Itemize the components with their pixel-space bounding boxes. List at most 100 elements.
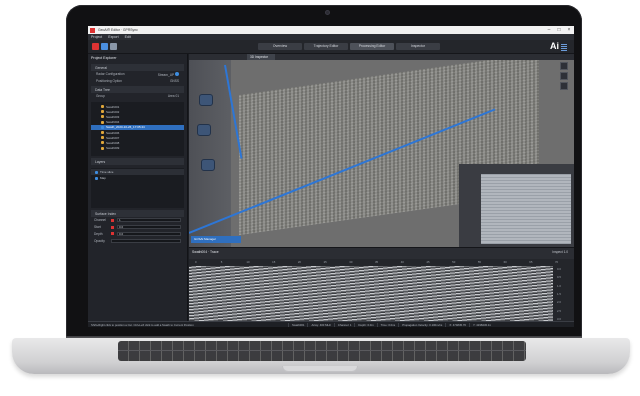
distance-tick-label: 25	[323, 260, 327, 264]
panel-title: Project Explorer	[91, 56, 117, 60]
tab-inspector[interactable]: Inspector	[396, 43, 440, 50]
main-toolbar: Overview Trajectory Editor Processing Ed…	[88, 40, 574, 54]
section-data-tree[interactable]: Data Tree	[91, 86, 184, 93]
zoom-out-icon[interactable]	[560, 72, 568, 80]
layer-item[interactable]: Map	[91, 175, 184, 181]
layer-icon	[95, 170, 98, 174]
data-tree: Swath001 Swath002 Swath003 Swath004 Swath_20…	[91, 102, 184, 156]
form-label: Depth	[94, 231, 103, 236]
status-cell: Array: 400 MHz	[307, 322, 333, 327]
depth-input[interactable]: 0.0	[117, 231, 181, 236]
field-value[interactable]: GNSS	[170, 79, 179, 83]
section-surface-index[interactable]: Surface Index	[91, 210, 184, 217]
field-label: Radar Configuration	[96, 72, 125, 76]
depth-tick-label: 2.0	[557, 300, 561, 305]
window-title: GeoAI® Editor · GPRSync	[98, 28, 138, 32]
radargram-view[interactable]	[189, 266, 553, 321]
tree-item-label: Swath003	[106, 114, 120, 119]
project-explorer-panel: Project Explorer General Radar Configura…	[88, 54, 188, 321]
editor-tabs: Overview Trajectory Editor Processing Ed…	[258, 43, 440, 50]
tab-trajectory-editor[interactable]: Trajectory Editor	[304, 43, 348, 50]
new-project-icon[interactable]	[92, 43, 99, 50]
tab-processing-editor[interactable]: Processing Editor	[350, 43, 394, 50]
status-cell: Swath001	[288, 322, 307, 327]
channel-input[interactable]: 1	[117, 218, 181, 223]
start-input[interactable]: 0.0	[117, 225, 181, 230]
layers-list: Time slice Map	[91, 168, 184, 208]
save-icon[interactable]	[110, 43, 117, 50]
tree-item-label: Swath001	[106, 104, 120, 109]
distance-tick-label: 20	[297, 260, 301, 264]
swath-icon	[101, 131, 104, 135]
app-logo-icon	[90, 27, 95, 33]
map-view[interactable]: 3D Inspector GCSAI Manager	[189, 54, 574, 247]
close-icon[interactable]: ×	[564, 26, 574, 34]
tree-item-label: Swath007	[106, 135, 120, 140]
distance-tick-label: 15	[272, 260, 276, 264]
profile-toolbar: Swath004 · Trace Inspect 1.0	[189, 247, 574, 259]
maximize-icon[interactable]: □	[554, 26, 564, 34]
open-folder-icon[interactable]	[101, 43, 108, 50]
keyboard	[118, 341, 526, 361]
distance-tick-label: 45	[426, 260, 430, 264]
swath-icon	[101, 141, 104, 145]
profile-tab[interactable]: Swath004 · Trace	[192, 250, 219, 254]
view-label[interactable]: Inspect 1.0	[552, 250, 568, 254]
opacity-slider[interactable]	[111, 238, 181, 243]
tree-item-label: Swath006	[106, 130, 120, 135]
field-radar-configuration: Radar Configuration Stream_UP	[88, 71, 187, 78]
map-controls	[560, 62, 568, 90]
field-label: Positioning Option	[96, 79, 122, 83]
menu-edit[interactable]: Edit	[125, 35, 131, 39]
swath-icon	[101, 120, 104, 124]
parked-car	[197, 124, 211, 136]
minimize-icon[interactable]: –	[544, 26, 554, 34]
form-channel: Channel 1	[88, 217, 187, 224]
zoom-in-icon[interactable]	[560, 62, 568, 70]
distance-tick-label: 60	[503, 260, 507, 264]
status-bar: Shift+Right click to position a Cut. Ctr…	[88, 321, 574, 327]
ai-logo-bars-icon	[561, 44, 567, 51]
section-general[interactable]: General	[91, 64, 184, 71]
tab-3d-inspector[interactable]: 3D Inspector	[247, 54, 275, 60]
distance-tick-label: 0	[195, 260, 197, 264]
group-selector[interactable]: Group Area 01	[88, 93, 187, 99]
form-label: Channel	[94, 218, 106, 223]
distance-tick-label: 55	[477, 260, 481, 264]
field-value[interactable]: Stream_UP	[158, 72, 179, 77]
webcam	[325, 10, 330, 15]
parked-car	[201, 159, 215, 171]
depth-tick-label: 0.0	[557, 267, 561, 271]
depth-tick-label: 0.5	[557, 275, 561, 280]
layer-label: Map	[100, 176, 106, 180]
menu-project[interactable]: Project	[91, 35, 102, 39]
layer-icon	[95, 176, 98, 180]
section-layers[interactable]: Layers	[91, 158, 184, 165]
map-tab-bar: 3D Inspector	[189, 54, 574, 60]
layers-icon[interactable]	[560, 82, 568, 90]
status-cell: Propagation Velocity: 0.100m/ns	[398, 322, 445, 327]
tab-overview[interactable]: Overview	[258, 43, 302, 50]
window-titlebar: GeoAI® Editor · GPRSync – □ ×	[88, 26, 574, 34]
layer-label: Time slice	[100, 170, 114, 174]
selected-swath-label: GCSAI Manager	[191, 236, 241, 243]
swath-icon	[101, 110, 104, 114]
menu-export[interactable]: Export	[108, 35, 118, 39]
laptop-mockup: GeoAI® Editor · GPRSync – □ × Project Ex…	[0, 0, 640, 396]
color-swatch-icon	[111, 232, 114, 236]
form-depth: Depth 0.0	[88, 231, 187, 238]
app-screen: GeoAI® Editor · GPRSync – □ × Project Ex…	[88, 26, 574, 327]
building-roof	[481, 174, 571, 244]
group-label: Group	[96, 94, 105, 98]
distance-tick-label: 35	[375, 260, 379, 264]
distance-tick-label: 40	[400, 260, 404, 264]
keyboard-row-divider	[118, 350, 526, 351]
distance-tick-label: 50	[452, 260, 456, 264]
info-icon[interactable]	[175, 72, 179, 76]
swath-icon	[101, 115, 104, 119]
group-value[interactable]: Area 01	[168, 94, 179, 98]
laptop-notch	[282, 366, 358, 372]
depth-tick-label: 2.5	[557, 308, 561, 313]
status-hint: Shift+Right click to position a Cut. Ctr…	[91, 322, 194, 327]
tree-item[interactable]: Swath009	[91, 146, 184, 151]
